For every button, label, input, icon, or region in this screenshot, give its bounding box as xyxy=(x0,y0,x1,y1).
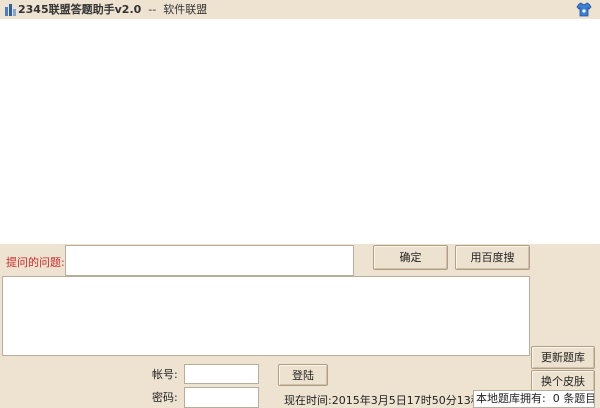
skin-shirt-icon[interactable] xyxy=(576,2,592,18)
title-version: v2.0 xyxy=(114,3,142,16)
password-label: 密码: xyxy=(152,391,178,404)
answer-textarea[interactable] xyxy=(2,276,530,356)
password-input[interactable] xyxy=(184,387,259,408)
account-input[interactable] xyxy=(184,364,259,384)
window-title: 2345联盟答题助手v2.0 -- 软件联盟 xyxy=(18,3,207,16)
change-skin-button[interactable]: 换个皮肤 xyxy=(531,370,595,392)
update-library-button[interactable]: 更新题库 xyxy=(531,346,595,369)
question-input[interactable] xyxy=(65,245,354,276)
title-suffix: -- 软件联盟 xyxy=(141,3,208,16)
account-label: 帐号: xyxy=(152,368,178,381)
result-display-area xyxy=(0,19,600,244)
local-count-value: 0 xyxy=(552,392,560,405)
time-value: 2015年3月5日17时50分13秒 xyxy=(331,394,482,407)
title-app-name: 2345联盟答题助手 xyxy=(18,3,115,16)
confirm-button[interactable]: 确定 xyxy=(373,245,448,270)
local-count-unit: 条题目 xyxy=(563,392,595,405)
login-button[interactable]: 登陆 xyxy=(278,364,328,386)
question-label: 提问的问题: xyxy=(6,256,65,269)
time-label: 现在时间: xyxy=(284,394,332,407)
baidu-search-button[interactable]: 用百度搜 xyxy=(455,245,530,270)
local-library-count: 本地题库拥有: 0 条题目 xyxy=(473,390,595,408)
app-logo-icon xyxy=(5,4,16,16)
local-count-label: 本地题库拥有: xyxy=(476,392,546,405)
current-time: 现在时间:2015年3月5日17时50分13秒 xyxy=(284,394,482,407)
